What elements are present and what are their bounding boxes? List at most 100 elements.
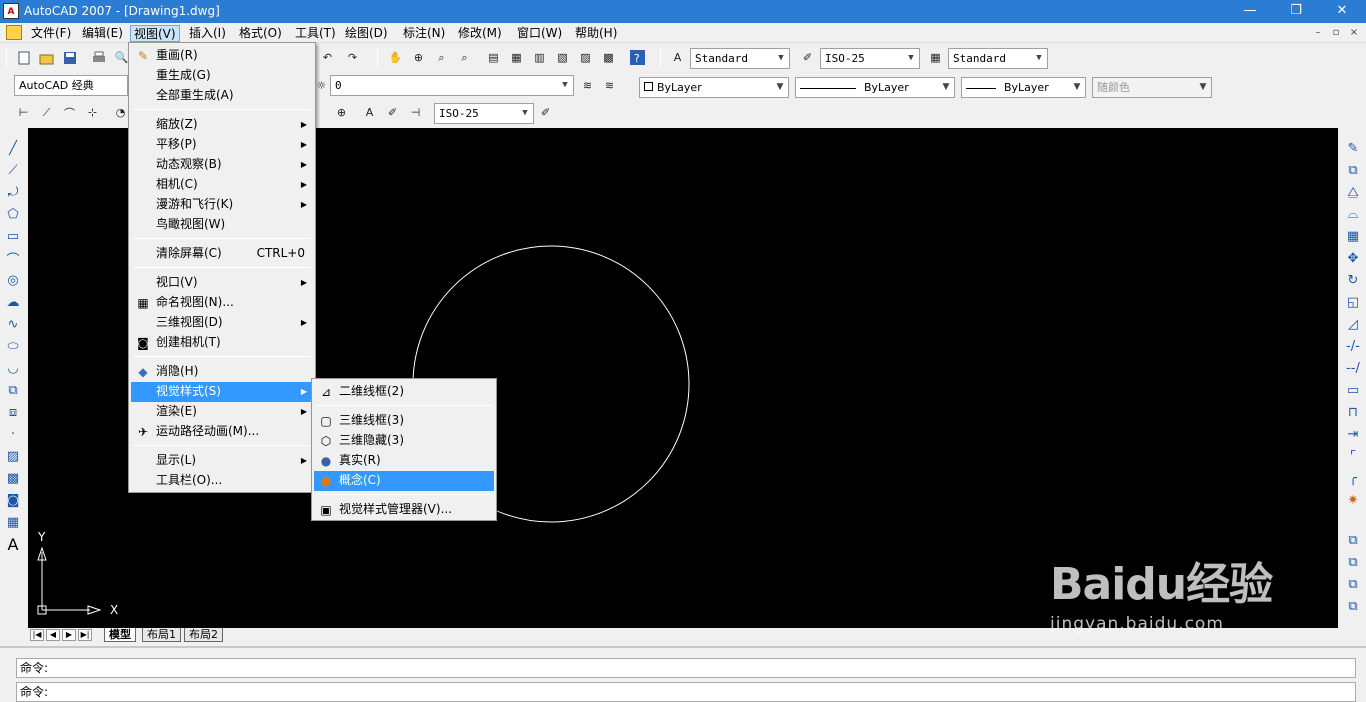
rectangle-icon[interactable]: ▭ xyxy=(3,226,23,246)
workspace-select[interactable]: AutoCAD 经典 xyxy=(14,75,128,96)
menu-item[interactable]: 鸟瞰视图(W) xyxy=(131,215,313,235)
dimension-style-icon[interactable]: ✐ xyxy=(536,103,555,122)
design-center-icon[interactable]: ▦ xyxy=(507,48,526,67)
help-icon[interactable]: ? xyxy=(628,48,647,67)
menu-item[interactable]: 相机(C) ▶ xyxy=(131,175,313,195)
calculator-icon[interactable]: ▩ xyxy=(599,48,618,67)
point-icon[interactable]: · xyxy=(3,424,23,444)
arc-length-icon[interactable]: ⌒ xyxy=(60,103,79,122)
linetype-select[interactable]: ByLayer ▼ xyxy=(795,77,955,98)
autocad-app-icon[interactable]: A xyxy=(3,3,19,19)
insert-block-icon[interactable]: ⧉ xyxy=(3,380,23,400)
table-style-select[interactable]: Standard ▼ xyxy=(948,48,1048,69)
menu-modify[interactable]: 修改(M) xyxy=(455,25,505,42)
menu-item[interactable]: 漫游和飞行(K) ▶ xyxy=(131,195,313,215)
text-style-icon[interactable]: A xyxy=(668,48,687,67)
markup-icon[interactable]: ▨ xyxy=(576,48,595,67)
menu-item[interactable]: 视口(V) ▶ xyxy=(131,273,313,293)
menu-item[interactable]: 全部重生成(A) xyxy=(131,86,313,106)
last-tab-button[interactable]: ▶| xyxy=(78,629,92,641)
sheet-set-icon[interactable]: ▧ xyxy=(553,48,572,67)
dim-text-edit-icon[interactable]: ✐ xyxy=(383,103,402,122)
menu-item[interactable]: ◙ 创建相机(T) xyxy=(131,333,313,353)
menu-view[interactable]: 视图(V) xyxy=(130,25,180,42)
command-input-line[interactable]: 命令: xyxy=(16,682,1356,702)
send-back-icon[interactable]: ⧉ xyxy=(1343,574,1363,594)
minimize-button[interactable]: — xyxy=(1227,0,1273,23)
menu-draw[interactable]: 绘图(D) xyxy=(342,25,391,42)
menu-item[interactable]: 清除屏幕(C) CTRL+0 xyxy=(131,244,313,264)
mdi-minimize-button[interactable]: – xyxy=(1310,25,1326,40)
make-block-icon[interactable]: ⧈ xyxy=(3,402,23,422)
text-style-select[interactable]: Standard ▼ xyxy=(690,48,790,69)
menu-insert[interactable]: 插入(I) xyxy=(186,25,229,42)
menu-item[interactable]: 动态观察(B) ▶ xyxy=(131,155,313,175)
menu-item[interactable]: ● 概念(C) xyxy=(314,471,494,491)
menu-help[interactable]: 帮助(H) xyxy=(572,25,620,42)
color-select[interactable]: ByLayer ▼ xyxy=(639,77,789,98)
menu-format[interactable]: 格式(O) xyxy=(236,25,285,42)
lineweight-select[interactable]: ByLayer ▼ xyxy=(961,77,1086,98)
document-icon[interactable] xyxy=(6,25,22,40)
menu-tools[interactable]: 工具(T) xyxy=(292,25,339,42)
ordinate-icon[interactable]: ⊹ xyxy=(83,103,102,122)
properties-icon[interactable]: ▤ xyxy=(484,48,503,67)
line-icon[interactable]: ╱ xyxy=(3,138,23,158)
text-front-icon[interactable]: ⧉ xyxy=(1343,596,1363,616)
rotate-icon[interactable]: ↻ xyxy=(1343,270,1363,290)
move-icon[interactable]: ✥ xyxy=(1343,248,1363,268)
polyline-icon[interactable]: ⤾ xyxy=(3,182,23,202)
first-tab-button[interactable]: |◀ xyxy=(30,629,44,641)
undo-icon[interactable]: ↶ xyxy=(318,48,337,67)
menu-item[interactable]: 重生成(G) xyxy=(131,66,313,86)
make-current-layer-icon[interactable]: ≋ xyxy=(578,76,597,95)
menu-item[interactable]: 工具栏(O)... xyxy=(131,471,313,491)
prev-tab-button[interactable]: ◀ xyxy=(46,629,60,641)
zoom-window-icon[interactable]: ⌕ xyxy=(432,48,451,67)
menu-item[interactable]: 视觉样式(S) ▶ xyxy=(131,382,313,402)
center-mark-icon[interactable]: ⊕ xyxy=(332,103,351,122)
ellipse-arc-icon[interactable]: ◡ xyxy=(3,358,23,378)
offset-icon[interactable]: ⌓ xyxy=(1343,204,1363,224)
revision-cloud-icon[interactable]: ☁ xyxy=(3,292,23,312)
menu-item[interactable]: ▢ 三维线框(3) xyxy=(314,411,494,431)
menu-edit[interactable]: 编辑(E) xyxy=(79,25,126,42)
break-icon[interactable]: ⊓ xyxy=(1343,402,1363,422)
multiline-text-icon[interactable]: A xyxy=(3,534,23,554)
open-icon[interactable] xyxy=(37,48,56,67)
region-icon[interactable]: ◙ xyxy=(3,490,23,510)
dim-edit-icon[interactable]: A xyxy=(360,103,379,122)
dim-style-select-2[interactable]: ISO-25 ▼ xyxy=(434,103,534,124)
next-tab-button[interactable]: ▶ xyxy=(62,629,76,641)
join-icon[interactable]: ⇥ xyxy=(1343,424,1363,444)
mirror-icon[interactable]: ⧋ xyxy=(1343,182,1363,202)
trim-icon[interactable]: -/- xyxy=(1343,336,1363,356)
restore-button[interactable]: ❐ xyxy=(1273,0,1319,23)
fillet-icon[interactable]: ╭ xyxy=(1343,468,1363,488)
erase-icon[interactable]: ✎ xyxy=(1343,138,1363,158)
extend-icon[interactable]: --/ xyxy=(1343,358,1363,378)
menu-item[interactable]: ▣ 视觉样式管理器(V)... xyxy=(314,500,494,520)
bring-front-icon[interactable]: ⧉ xyxy=(1343,552,1363,572)
circle-icon[interactable]: ◎ xyxy=(3,270,23,290)
layer-previous-icon[interactable]: ≋ xyxy=(600,76,619,95)
menu-item[interactable]: ▦ 命名视图(N)... xyxy=(131,293,313,313)
menu-item[interactable]: 显示(L) ▶ xyxy=(131,451,313,471)
array-icon[interactable]: ▦ xyxy=(1343,226,1363,246)
menu-item[interactable]: ◆ 消隐(H) xyxy=(131,362,313,382)
scale-icon[interactable]: ◱ xyxy=(1343,292,1363,312)
stretch-icon[interactable]: ◿ xyxy=(1343,314,1363,334)
layer-select[interactable]: 0 ▼ xyxy=(330,75,574,96)
construction-line-icon[interactable]: ⟋ xyxy=(3,160,23,180)
new-icon[interactable] xyxy=(14,48,33,67)
menu-item[interactable]: 平移(P) ▶ xyxy=(131,135,313,155)
menu-item[interactable]: 渲染(E) ▶ xyxy=(131,402,313,422)
menu-file[interactable]: 文件(F) xyxy=(28,25,74,42)
zoom-realtime-icon[interactable]: ⊕ xyxy=(409,48,428,67)
tab-model[interactable]: 模型 xyxy=(104,628,136,642)
chamfer-icon[interactable]: ⌜ xyxy=(1343,446,1363,466)
menu-window[interactable]: 窗口(W) xyxy=(514,25,565,42)
explode-icon[interactable]: ✷ xyxy=(1343,490,1363,510)
polygon-icon[interactable]: ⬠ xyxy=(3,204,23,224)
copy-icon[interactable]: ⧉ xyxy=(1343,160,1363,180)
